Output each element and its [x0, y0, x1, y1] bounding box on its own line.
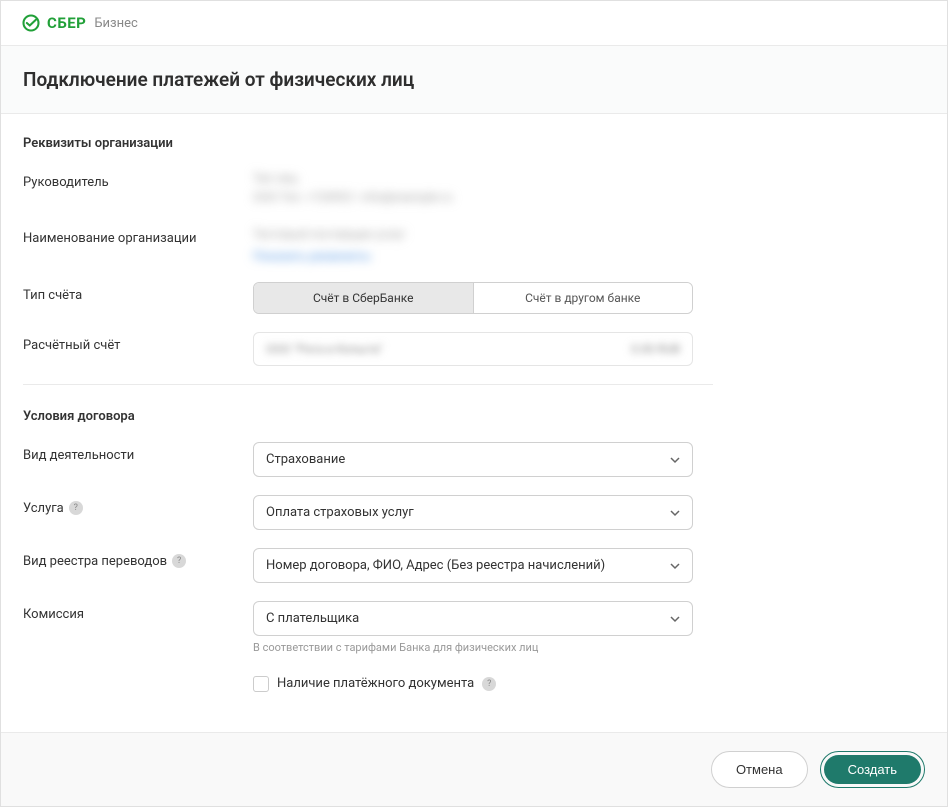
account-selector[interactable]: ООО "Рога и Копыта" 0.00 RUB [253, 332, 693, 366]
help-icon[interactable]: ? [482, 677, 496, 691]
account-label: Расчётный счёт [23, 332, 253, 353]
chevron-down-icon [670, 454, 680, 464]
cancel-button[interactable]: Отмена [711, 751, 808, 788]
manager-label: Руководитель [23, 169, 253, 190]
commission-value: С плательщика [266, 611, 359, 626]
activity-label: Вид деятельности [23, 442, 253, 463]
section-contract-terms: Условия договора [23, 409, 925, 424]
registry-select[interactable]: Номер договора, ФИО, Адрес (Без реестра … [253, 548, 693, 583]
commission-hint: В соответствии с тарифами Банка для физи… [253, 641, 693, 654]
sber-logo-icon [21, 13, 41, 33]
account-type-sberbank[interactable]: Счёт в СберБанке [254, 283, 474, 313]
commission-select[interactable]: С плательщика [253, 601, 693, 636]
activity-value: Страхование [266, 452, 345, 467]
account-type-other-bank[interactable]: Счёт в другом банке [474, 283, 693, 313]
org-name-value: Тестовый поставщик услуг [253, 225, 693, 244]
org-name-link[interactable]: Показать реквизиты [253, 249, 371, 263]
divider [23, 384, 713, 385]
account-type-segmented: Счёт в СберБанке Счёт в другом банке [253, 282, 693, 314]
chevron-down-icon [670, 560, 680, 570]
chevron-down-icon [670, 507, 680, 517]
activity-select[interactable]: Страхование [253, 442, 693, 477]
service-label: Услуга [23, 501, 64, 516]
logo-main-text: СБЕР [47, 14, 86, 32]
commission-label: Комиссия [23, 601, 253, 622]
service-value: Оплата страховых услуг [266, 505, 414, 520]
doc-checkbox-label: Наличие платёжного документа [277, 676, 474, 691]
header-bar: СБЕР Бизнес [1, 1, 947, 46]
chevron-down-icon [670, 613, 680, 623]
doc-checkbox[interactable] [253, 676, 269, 692]
org-name-label: Наименование организации [23, 225, 253, 246]
registry-value: Номер договора, ФИО, Адрес (Без реестра … [266, 558, 605, 573]
help-icon[interactable]: ? [172, 554, 186, 568]
logo-sub-text: Бизнес [94, 16, 138, 31]
section-org-details: Реквизиты организации [23, 136, 925, 151]
service-select[interactable]: Оплата страховых услуг [253, 495, 693, 530]
page-title-section: Подключение платежей от физических лиц [1, 46, 947, 114]
page-title: Подключение платежей от физических лиц [23, 68, 925, 91]
manager-subvalue: ООО Тел. +7(499)1- info@example.ru [253, 188, 693, 207]
registry-label: Вид реестра переводов [23, 554, 167, 569]
account-balance: 0.00 RUB [631, 342, 680, 356]
manager-value: Тип лиц [253, 169, 693, 188]
footer-bar: Отмена Создать [1, 732, 947, 806]
help-icon[interactable]: ? [69, 501, 83, 515]
account-type-label: Тип счёта [23, 282, 253, 303]
account-value: ООО "Рога и Копыта" [266, 342, 383, 356]
create-button[interactable]: Создать [824, 755, 921, 784]
